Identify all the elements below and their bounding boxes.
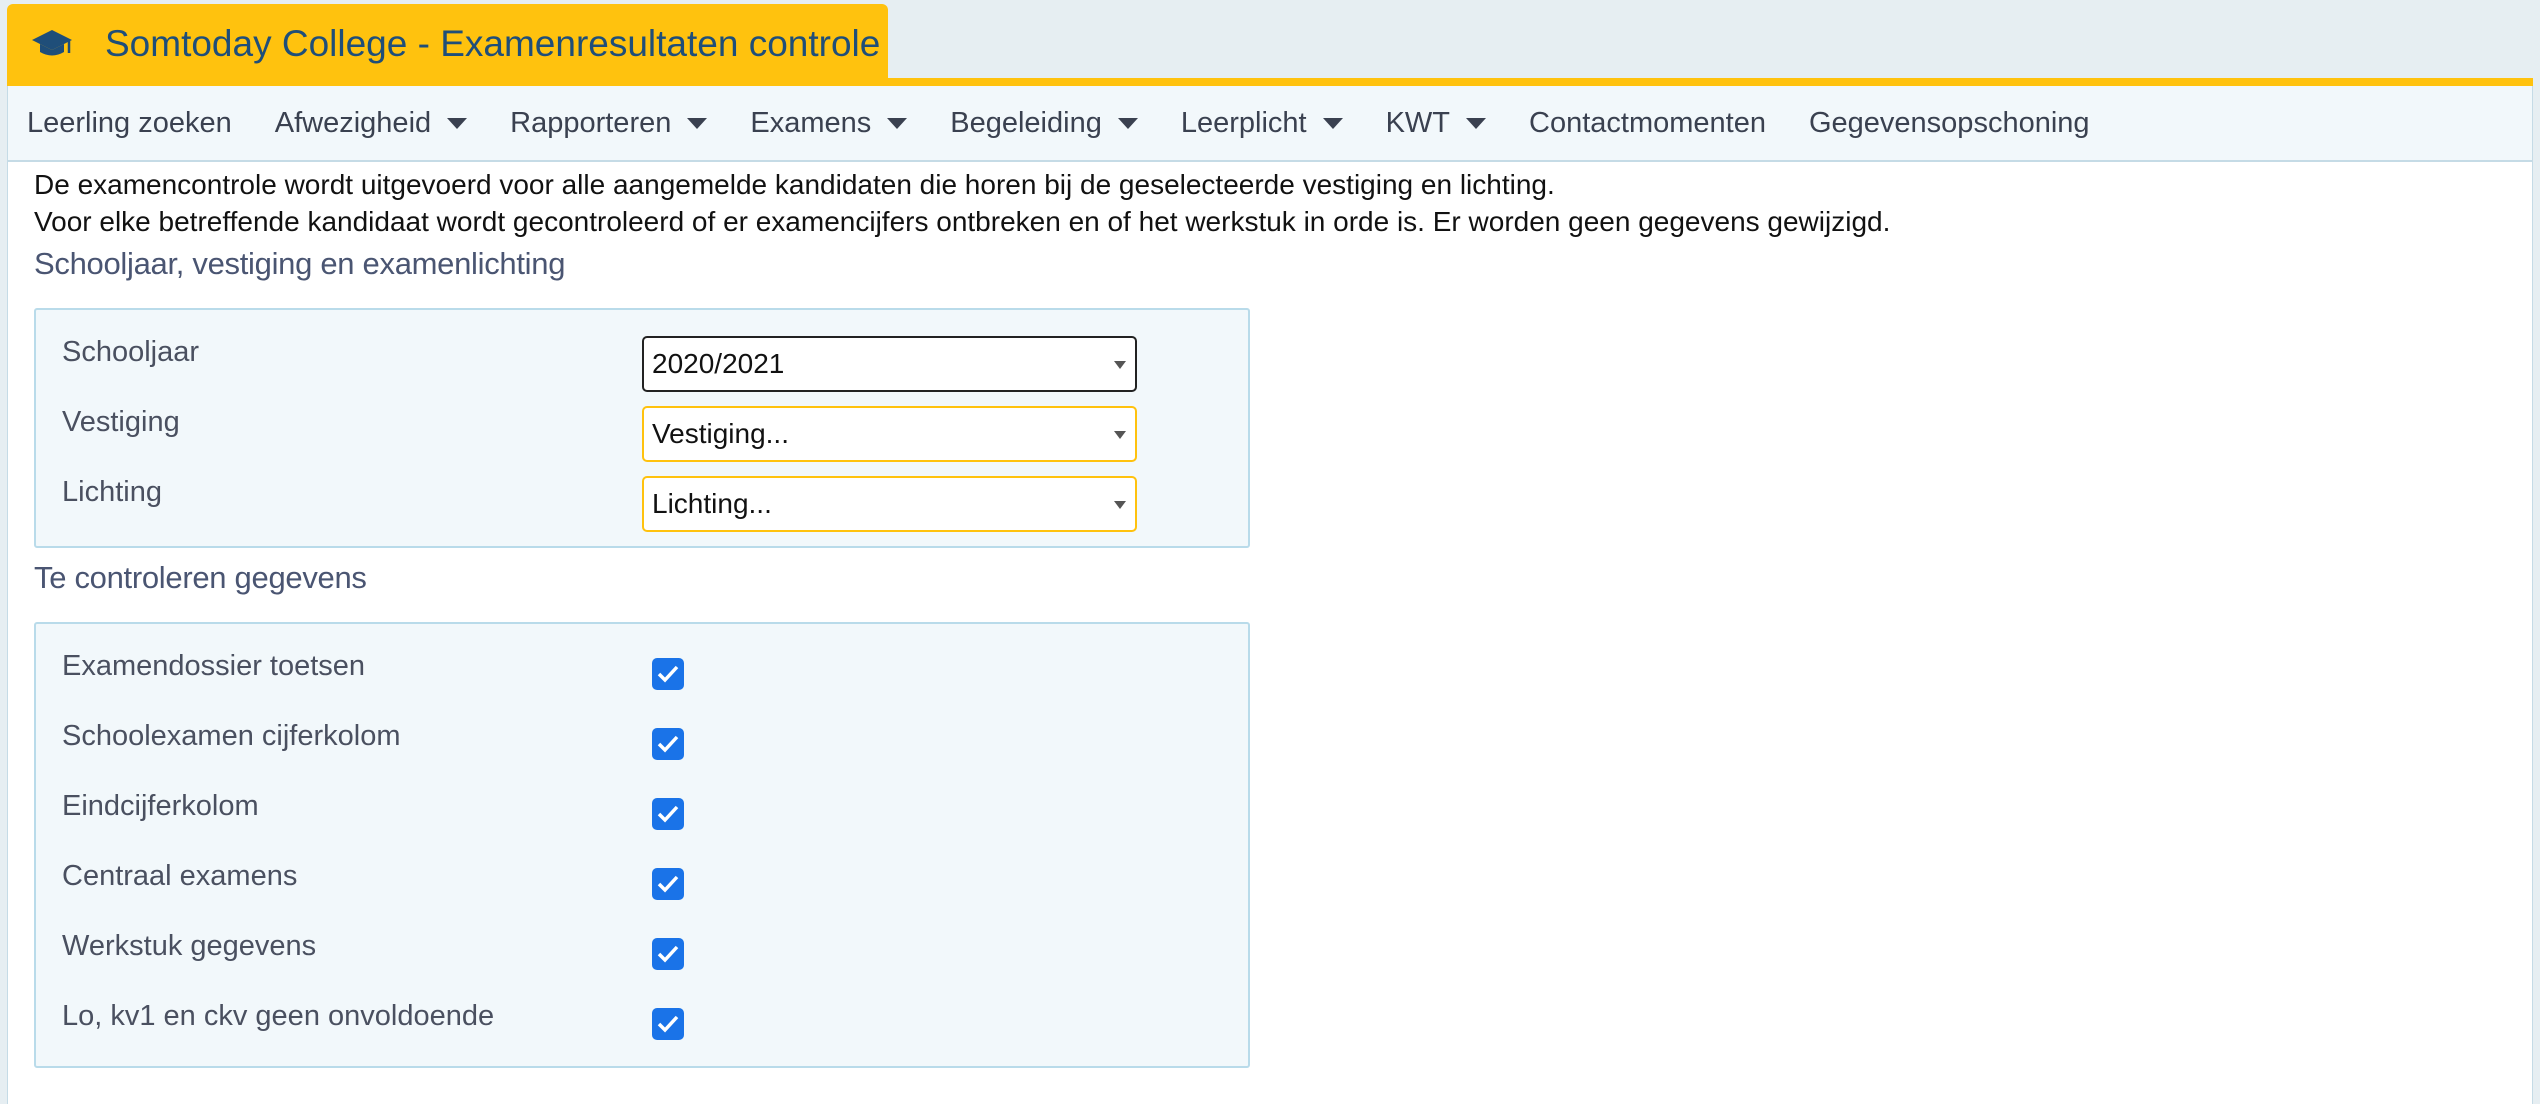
menu-item-label: Examens [750, 106, 872, 139]
main-panel: Leerling zoeken Afwezigheid Rapporteren … [7, 86, 2533, 1104]
header-accent-bar [7, 78, 2533, 86]
app-title-tab: Somtoday College - Examenresultaten cont… [7, 4, 888, 84]
menu-item-label: Begeleiding [950, 106, 1102, 139]
check-label: Werkstuk gegevens [62, 930, 317, 962]
checkmark-icon [657, 945, 679, 963]
menu-item-label: Rapporteren [510, 106, 672, 139]
caret-down-icon [887, 117, 908, 129]
app-window: Somtoday College - Examenresultaten cont… [0, 0, 2540, 1104]
menu-item-label: Leerplicht [1180, 106, 1307, 139]
examendossier-toetsen-checkbox[interactable] [652, 658, 684, 690]
menu-item-afwezigheid[interactable]: Afwezigheid [274, 106, 468, 140]
caret-down-icon [1114, 501, 1126, 509]
graduation-cap-icon [31, 24, 79, 64]
checkmark-icon [657, 1015, 679, 1033]
menu-item-label: KWT [1385, 106, 1451, 139]
checkmark-icon [657, 735, 679, 753]
menu-item-rapporteren[interactable]: Rapporteren [510, 106, 708, 140]
menu-item-label: Leerling zoeken [27, 106, 232, 139]
centraal-examens-checkbox[interactable] [652, 868, 684, 900]
intro-line: De examencontrole wordt uitgevoerd voor … [34, 169, 1555, 200]
caret-down-icon [1117, 117, 1138, 129]
check-label: Centraal examens [62, 860, 298, 892]
menu-item-leerplicht[interactable]: Leerplicht [1181, 107, 1343, 140]
caret-down-icon [1322, 117, 1343, 129]
page-title: Somtoday College - Examenresultaten cont… [105, 23, 881, 64]
lo-kv1-ckv-checkbox[interactable] [652, 1008, 684, 1040]
section-title-selection: Schooljaar, vestiging en examenlichting [34, 246, 566, 281]
checkmark-icon [657, 805, 679, 823]
lichting-label: Lichting [62, 476, 162, 508]
menu-item-begeleiding[interactable]: Begeleiding [950, 107, 1138, 140]
menu-item-label: Contactmomenten [1529, 106, 1766, 139]
caret-down-icon [687, 117, 708, 129]
vestiging-select[interactable]: Vestiging... [642, 406, 1137, 462]
menu-item-label: Gegevensopschoning [1808, 106, 2090, 139]
caret-down-icon [1466, 117, 1487, 129]
eindcijferkolom-checkbox[interactable] [652, 798, 684, 830]
schooljaar-select[interactable]: 2020/2021 [642, 336, 1137, 392]
check-label: Lo, kv1 en ckv geen onvoldoende [62, 1000, 495, 1032]
caret-down-icon [447, 117, 468, 129]
menu-item-label: Afwezigheid [274, 106, 432, 139]
selection-fieldset: Schooljaar 2020/2021 Vestiging Vestiging… [34, 308, 1250, 548]
check-label: Examendossier toetsen [62, 650, 366, 682]
checkmark-icon [657, 875, 679, 893]
checkmark-icon [657, 665, 679, 683]
caret-down-icon [1114, 431, 1126, 439]
checks-fieldset: Examendossier toetsen Schoolexamen cijfe… [34, 622, 1250, 1068]
menu-item-kwt[interactable]: KWT [1385, 106, 1487, 140]
intro-line: Voor elke betreffende kandidaat wordt ge… [34, 206, 1891, 237]
caret-down-icon [1114, 361, 1126, 369]
menu-item-examens[interactable]: Examens [750, 106, 908, 140]
menu-item-gegevensopschoning[interactable]: Gegevensopschoning [1809, 107, 2090, 140]
menu-item-leerling-zoeken[interactable]: Leerling zoeken [27, 107, 232, 140]
lichting-select[interactable]: Lichting... [642, 476, 1137, 532]
select-value: Vestiging... [652, 418, 789, 449]
select-value: Lichting... [652, 488, 772, 519]
schoolexamen-cijferkolom-checkbox[interactable] [652, 728, 684, 760]
check-label: Schoolexamen cijferkolom [62, 720, 401, 752]
menu-item-contactmomenten[interactable]: Contactmomenten [1529, 107, 1766, 140]
schooljaar-label: Schooljaar [62, 336, 200, 368]
main-menu: Leerling zoeken Afwezigheid Rapporteren … [8, 86, 2532, 162]
werkstuk-gegevens-checkbox[interactable] [652, 938, 684, 970]
check-label: Eindcijferkolom [62, 790, 259, 822]
select-value: 2020/2021 [652, 348, 785, 379]
intro-text: De examencontrole wordt uitgevoerd voor … [34, 166, 1890, 240]
section-title-checks: Te controleren gegevens [34, 560, 367, 595]
vestiging-label: Vestiging [62, 406, 180, 438]
